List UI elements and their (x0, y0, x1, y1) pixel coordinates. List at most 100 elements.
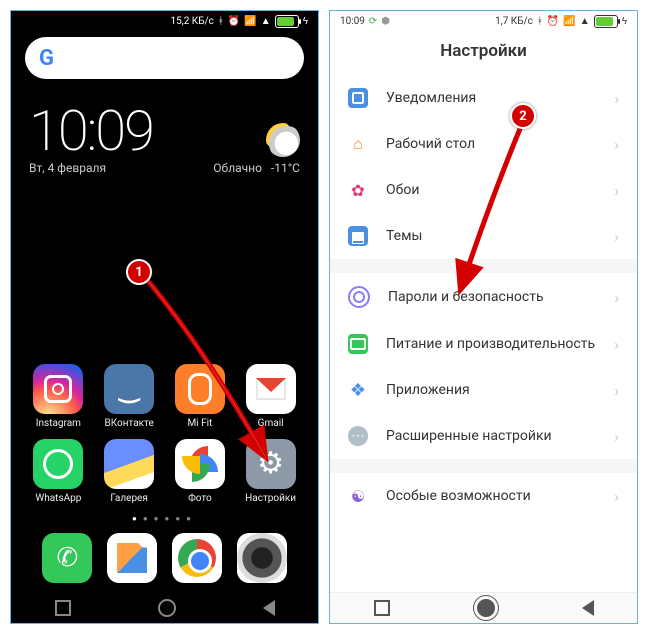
nav-bar (11, 593, 318, 623)
setting-apps[interactable]: ❖ Приложения › (330, 367, 637, 413)
mifit-icon (175, 364, 225, 414)
nav-recent-button[interactable] (374, 600, 390, 616)
app-label: Gmail (258, 418, 284, 429)
accessibility-icon: ☯ (348, 486, 368, 506)
setting-power[interactable]: Питание и производительность › (330, 321, 637, 367)
app-whatsapp[interactable]: WhatsApp (26, 439, 90, 504)
chevron-right-icon: › (614, 487, 619, 506)
phone-settings-screen: 10:09 ⟳ ⬢ 1,7 КБ/с ᚼ ⏰ 📶 ▲ ϟ Настройки У… (329, 10, 638, 624)
nav-home-button[interactable] (477, 599, 495, 617)
dock-camera[interactable] (237, 533, 287, 583)
setting-security[interactable]: Пароли и безопасность › (330, 273, 637, 321)
setting-label: Особые возможности (386, 488, 614, 504)
status-bar: 15,2 КБ/с ᚼ ⏰ 📶 ▲ ϟ (11, 11, 318, 31)
setting-label: Рабочий стол (386, 136, 614, 152)
status-bar: 10:09 ⟳ ⬢ 1,7 КБ/с ᚼ ⏰ 📶 ▲ ϟ (330, 11, 637, 31)
chevron-right-icon: › (614, 381, 619, 400)
themes-icon (348, 226, 368, 246)
nav-home-button[interactable] (158, 599, 176, 617)
setting-label: Расширенные настройки (386, 428, 614, 444)
dock: ✆ (23, 529, 306, 589)
chevron-right-icon: › (614, 335, 619, 354)
settings-icon (246, 439, 296, 489)
chevron-right-icon: › (614, 135, 619, 154)
setting-notifications[interactable]: Уведомления › (330, 75, 637, 121)
google-search-bar[interactable]: G (25, 37, 304, 79)
signal-icon: 📶 (244, 16, 256, 27)
app-label: Настройки (245, 493, 296, 504)
settings-list[interactable]: Уведомления › ⌂ Рабочий стол › ✿ Обои › … (330, 75, 637, 592)
setting-wallpaper[interactable]: ✿ Обои › (330, 167, 637, 213)
charging-icon: ϟ (622, 16, 627, 27)
page-title: Настройки (330, 31, 637, 75)
app-label: WhatsApp (35, 493, 81, 504)
battery-setting-icon (348, 334, 368, 354)
weather-cond: Облачно (213, 161, 262, 175)
status-speed: 1,7 КБ/с (495, 16, 533, 27)
app-vk[interactable]: ‿ ВКонтакте (97, 364, 161, 429)
app-instagram[interactable]: Instagram (26, 364, 90, 429)
bluetooth-icon: ᚼ (537, 16, 543, 27)
app-gmail[interactable]: Gmail (239, 364, 303, 429)
setting-themes[interactable]: Темы › (330, 213, 637, 259)
app-grid: Instagram ‿ ВКонтакте Mi Fit Gmail WhatsA… (11, 356, 318, 593)
setting-desktop[interactable]: ⌂ Рабочий стол › (330, 121, 637, 167)
chevron-right-icon: › (614, 427, 619, 446)
app-settings[interactable]: Настройки (239, 439, 303, 504)
status-dot-icon: ⬢ (381, 16, 390, 27)
clock-weather-widget[interactable]: 10:09 Вт, 4 февраля Облачно -11°C (11, 85, 318, 179)
section-separator (330, 259, 637, 273)
bluetooth-icon: ᚼ (218, 16, 224, 27)
vk-icon: ‿ (104, 364, 154, 414)
phone-home-screen: 15,2 КБ/с ᚼ ⏰ 📶 ▲ ϟ G 10:09 Вт, 4 феврал… (10, 10, 319, 624)
app-mifit[interactable]: Mi Fit (168, 364, 232, 429)
instagram-icon (33, 364, 83, 414)
clock-time: 10:09 (29, 103, 153, 159)
dock-chrome[interactable] (172, 533, 222, 583)
setting-label: Питание и производительность (386, 336, 614, 352)
mic-icon[interactable] (276, 48, 290, 68)
gmail-icon (246, 364, 296, 414)
page-indicator: ●●●●●● (23, 514, 306, 523)
app-photos[interactable]: Фото (168, 439, 232, 504)
nav-back-button[interactable] (263, 600, 275, 616)
setting-advanced[interactable]: Расширенные настройки › (330, 413, 637, 459)
status-time: 10:09 (340, 16, 365, 27)
dock-phone[interactable]: ✆ (42, 533, 92, 583)
whatsapp-icon (33, 439, 83, 489)
dock-files[interactable] (107, 533, 157, 583)
app-label: Instagram (36, 418, 81, 429)
weather-icon (266, 123, 300, 157)
google-logo-icon: G (39, 46, 54, 71)
battery-icon (594, 15, 618, 28)
signal-icon: 📶 (563, 16, 575, 27)
app-label: Галерея (110, 493, 147, 504)
chevron-right-icon: › (614, 227, 619, 246)
app-gallery[interactable]: Галерея (97, 439, 161, 504)
nav-recent-button[interactable] (55, 600, 71, 616)
wallpaper-icon: ✿ (348, 180, 368, 200)
setting-label: Приложения (386, 382, 614, 398)
app-label: ВКонтакте (104, 418, 153, 429)
more-icon (348, 426, 368, 446)
status-speed: 15,2 КБ/с (170, 16, 213, 27)
setting-label: Уведомления (386, 90, 614, 106)
app-label: Фото (188, 493, 212, 504)
app-label: Mi Fit (187, 418, 212, 429)
setting-label: Пароли и безопасность (388, 289, 614, 305)
nav-back-button[interactable] (582, 600, 594, 616)
chevron-right-icon: › (614, 181, 619, 200)
battery-icon (275, 15, 299, 28)
weather-temp: -11°C (271, 161, 300, 175)
sync-icon: ⟳ (369, 16, 377, 27)
alarm-icon: ⏰ (228, 16, 240, 27)
chevron-right-icon: › (614, 89, 619, 108)
home-icon: ⌂ (348, 134, 368, 154)
setting-accessibility[interactable]: ☯ Особые возможности › (330, 473, 637, 519)
weather-widget[interactable]: Облачно -11°C (213, 123, 300, 175)
apps-icon: ❖ (348, 380, 368, 400)
annotation-marker-1: 1 (126, 259, 152, 285)
alarm-icon: ⏰ (547, 16, 559, 27)
notifications-icon (348, 88, 368, 108)
chevron-right-icon: › (614, 288, 619, 307)
